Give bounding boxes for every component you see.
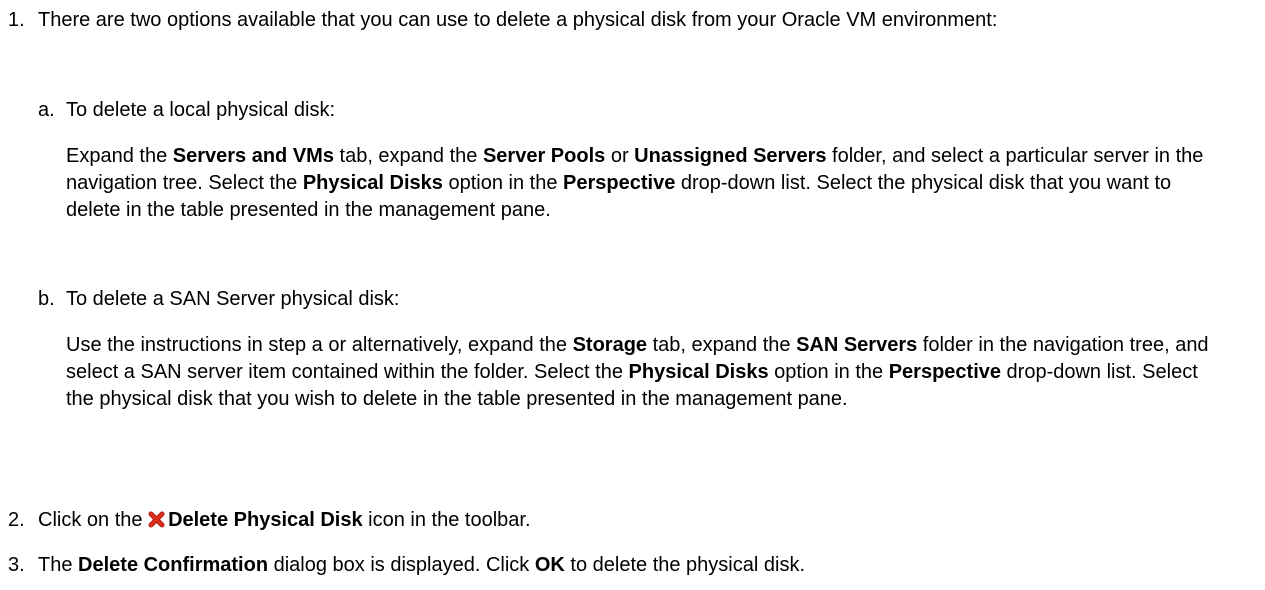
option-a-body: Expand the Servers and VMs tab, expand t…	[66, 143, 1216, 224]
ui-term: OK	[534, 554, 565, 576]
ui-term: Physical Disks	[628, 361, 769, 383]
ui-term: Physical Disks	[302, 172, 443, 194]
text-run: Expand the	[66, 145, 173, 167]
text-run: tab, expand the	[647, 334, 797, 356]
step-2: 2. Click on the Delete Physical Disk ico…	[0, 507, 1218, 536]
step-number: 3.	[8, 554, 25, 576]
step-2-text: Click on the Delete Physical Disk icon i…	[38, 507, 1218, 536]
step-1-intro: There are two options available that you…	[38, 9, 998, 31]
ui-term: SAN Servers	[796, 334, 918, 356]
step-3: 3. The Delete Confirmation dialog box is…	[0, 552, 1218, 579]
text-run: dialog box is displayed. Click	[268, 554, 535, 576]
ui-term: Perspective	[563, 172, 676, 194]
step-number: 1.	[8, 9, 25, 31]
text-run: to delete the physical disk.	[564, 554, 805, 576]
option-b-heading: To delete a SAN Server physical disk:	[66, 288, 400, 310]
text-run: tab, expand the	[333, 145, 483, 167]
text-run: Use the instructions in step a or altern…	[66, 334, 573, 356]
text-run: Click on the	[38, 509, 149, 531]
option-b-body: Use the instructions in step a or altern…	[66, 332, 1216, 413]
ui-term: Storage	[572, 334, 648, 356]
option-letter: b.	[38, 288, 55, 310]
text-run: or	[605, 145, 635, 167]
step-number: 2.	[8, 509, 25, 531]
ui-term: Server Pools	[482, 145, 606, 167]
ui-term: Delete Confirmation	[78, 554, 269, 576]
ui-term: Unassigned Servers	[634, 145, 827, 167]
text-run: icon in the toolbar.	[362, 509, 531, 531]
ui-term: Servers and VMs	[172, 145, 334, 167]
step-3-text: The Delete Confirmation dialog box is di…	[38, 552, 1218, 579]
text-run: option in the	[768, 361, 889, 383]
step-1: 1. There are two options available that …	[0, 7, 1218, 410]
text-run: option in the	[442, 172, 564, 194]
option-a-heading: To delete a local physical disk:	[66, 99, 336, 121]
option-letter: a.	[38, 99, 55, 121]
option-a: a. To delete a local physical disk: Expa…	[38, 97, 1226, 224]
delete-x-icon	[148, 509, 165, 536]
ui-term: Perspective	[888, 361, 1001, 383]
ui-term: Delete Physical Disk	[168, 509, 363, 531]
text-run: The	[38, 554, 79, 576]
option-b: b. To delete a SAN Server physical disk:…	[38, 286, 1226, 413]
